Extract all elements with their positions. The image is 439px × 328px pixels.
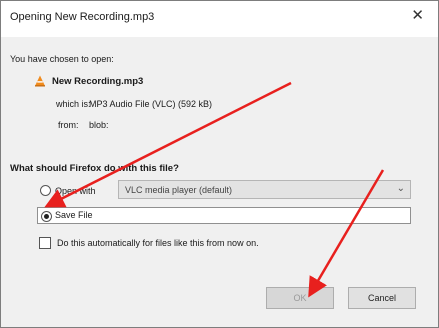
file-source-label: from: — [58, 120, 79, 130]
file-download-dialog: Opening New Recording.mp3 ✕ You have cho… — [0, 0, 439, 328]
close-icon[interactable]: ✕ — [411, 8, 424, 23]
chevron-down-icon: ⌄ — [396, 183, 405, 194]
open-with-app-select[interactable]: VLC media player (default) ⌄ — [118, 180, 411, 199]
cancel-button[interactable]: Cancel — [348, 287, 416, 309]
file-name: New Recording.mp3 — [52, 76, 144, 87]
dialog-body: You have chosen to open: New Recording.m… — [1, 37, 438, 327]
auto-action-label[interactable]: Do this automatically for files like thi… — [57, 238, 259, 248]
save-file-option[interactable] — [37, 207, 411, 224]
action-question: What should Firefox do with this file? — [10, 163, 179, 174]
file-type-label: which is: — [56, 99, 91, 109]
dialog-title: Opening New Recording.mp3 — [10, 11, 155, 23]
dialog-titlebar: Opening New Recording.mp3 ✕ — [1, 1, 438, 37]
open-with-radio[interactable] — [40, 185, 51, 196]
save-file-label[interactable]: Save File — [55, 210, 93, 220]
save-file-radio[interactable] — [41, 211, 52, 222]
auto-action-checkbox[interactable] — [39, 237, 51, 249]
open-with-app-value: VLC media player (default) — [125, 185, 233, 195]
ok-button[interactable]: OK — [266, 287, 334, 309]
file-source-value: blob: — [89, 120, 109, 130]
vlc-cone-icon — [35, 75, 45, 87]
file-type-value: MP3 Audio File (VLC) (592 kB) — [89, 99, 213, 109]
open-with-label[interactable]: Open with — [55, 186, 96, 196]
intro-text: You have chosen to open: — [10, 54, 114, 64]
